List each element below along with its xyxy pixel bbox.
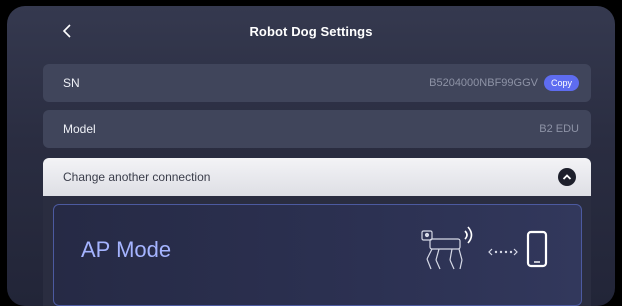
model-value: B2 EDU xyxy=(539,123,579,135)
collapse-toggle[interactable] xyxy=(558,168,576,186)
change-connection-bar[interactable]: Change another connection xyxy=(43,158,591,196)
ap-mode-label: AP Mode xyxy=(81,237,172,262)
connection-panel: AP Mode xyxy=(43,196,591,306)
settings-screen: Robot Dog Settings SN B5204000NBF99GGV C… xyxy=(7,6,615,306)
chevron-up-icon xyxy=(562,174,572,180)
copy-button[interactable]: Copy xyxy=(543,75,579,91)
sn-value-group: B5204000NBF99GGV Copy xyxy=(429,75,579,91)
phone-icon xyxy=(526,230,548,268)
connection-illustration xyxy=(416,215,566,280)
robot-dog-icon xyxy=(421,230,463,270)
model-row: Model B2 EDU xyxy=(43,110,591,148)
sn-value: B5204000NBF99GGV xyxy=(429,77,538,89)
wireless-signal-icon xyxy=(464,226,473,244)
sn-label: SN xyxy=(63,76,80,90)
page-title: Robot Dog Settings xyxy=(249,23,373,39)
chevron-left-icon xyxy=(62,24,71,38)
model-label: Model xyxy=(63,122,96,136)
back-button[interactable] xyxy=(57,20,77,42)
ap-mode-card[interactable]: AP Mode xyxy=(53,204,582,306)
sn-row: SN B5204000NBF99GGV Copy xyxy=(43,64,591,102)
dots-arrow-icon xyxy=(488,248,518,256)
header: Robot Dog Settings xyxy=(7,6,615,56)
change-connection-label: Change another connection xyxy=(63,170,211,184)
